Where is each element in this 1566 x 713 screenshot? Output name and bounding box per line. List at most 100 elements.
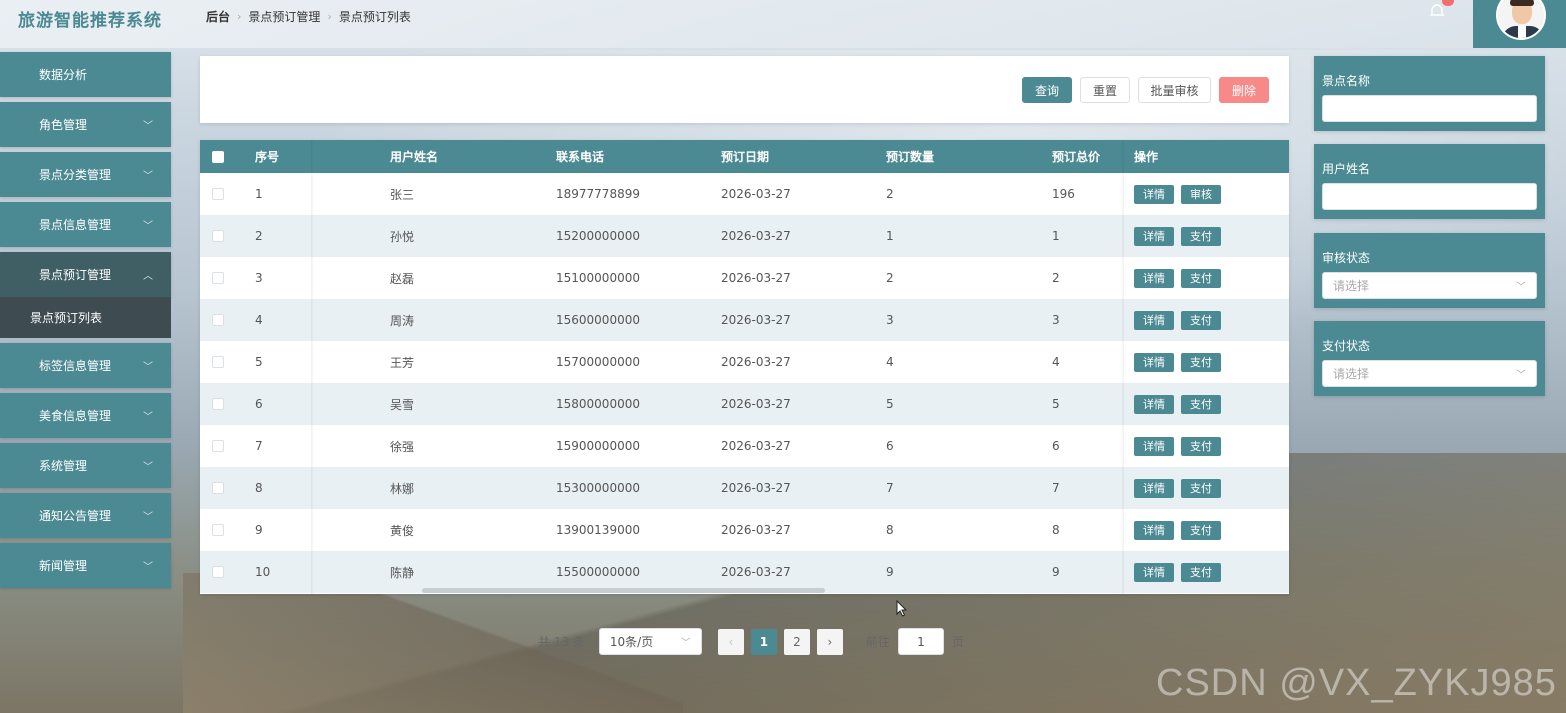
detail-button[interactable]: 详情 bbox=[1134, 520, 1174, 540]
breadcrumb-section[interactable]: 景点预订管理 bbox=[248, 8, 320, 25]
sidebar-item-spot-categories[interactable]: 景点分类管理 ﹀ bbox=[0, 152, 171, 197]
sidebar-item-news[interactable]: 新闻管理 ﹀ bbox=[0, 543, 171, 588]
sidebar-item-food[interactable]: 美食信息管理 ﹀ bbox=[0, 393, 171, 438]
cell-actions: 详情 支付 bbox=[1134, 520, 1228, 540]
cell-name: 孙悦 bbox=[390, 229, 415, 244]
cell-name: 吴雪 bbox=[390, 397, 415, 412]
review-status-select[interactable]: 请选择 ﹀ bbox=[1322, 272, 1537, 299]
sidebar-item-label: 系统管理 bbox=[39, 459, 88, 473]
pay-button[interactable]: 支付 bbox=[1181, 478, 1221, 498]
sidebar-item-spot-info[interactable]: 景点信息管理 ﹀ bbox=[0, 202, 171, 247]
select-all-checkbox[interactable] bbox=[212, 150, 224, 163]
detail-button[interactable]: 详情 bbox=[1134, 394, 1174, 414]
sidebar-item-notices[interactable]: 通知公告管理 ﹀ bbox=[0, 493, 171, 538]
top-header: 旅游智能推荐系统 后台 › 景点预订管理 › 景点预订列表 bbox=[0, 0, 1566, 48]
detail-button[interactable]: 详情 bbox=[1134, 436, 1174, 456]
pay-button[interactable]: 支付 bbox=[1181, 436, 1221, 456]
sidebar-subitem-booking-list[interactable]: 景点预订列表 bbox=[0, 297, 171, 338]
review-button[interactable]: 审核 bbox=[1181, 184, 1221, 204]
horizontal-scrollbar[interactable] bbox=[422, 588, 825, 593]
detail-button[interactable]: 详情 bbox=[1134, 184, 1174, 204]
column-header-qty: 预订数量 bbox=[886, 150, 935, 164]
pay-status-select[interactable]: 请选择 ﹀ bbox=[1322, 360, 1537, 387]
delete-button[interactable]: 删除 bbox=[1219, 77, 1269, 103]
row-checkbox[interactable] bbox=[212, 272, 224, 284]
avatar[interactable] bbox=[1496, 0, 1546, 40]
filter-label: 用户姓名 bbox=[1322, 162, 1371, 176]
cell-phone: 18977778899 bbox=[556, 187, 640, 201]
cell-phone: 15800000000 bbox=[556, 397, 640, 411]
filter-label: 审核状态 bbox=[1322, 251, 1371, 265]
cell-name: 王芳 bbox=[390, 355, 415, 370]
pay-button[interactable]: 支付 bbox=[1181, 226, 1221, 246]
detail-button[interactable]: 详情 bbox=[1134, 310, 1174, 330]
cell-total: 9 bbox=[1052, 565, 1060, 579]
table-row: 8 林娜 15300000000 2026-03-27 7 7 详情 支付 bbox=[200, 467, 1289, 509]
sidebar-item-data-analysis[interactable]: 数据分析 bbox=[0, 52, 171, 97]
sidebar-item-spot-booking[interactable]: 景点预订管理 ︿ bbox=[0, 252, 171, 297]
detail-button[interactable]: 详情 bbox=[1134, 478, 1174, 498]
cell-no: 2 bbox=[255, 229, 263, 243]
filter-review-status: 审核状态 请选择 ﹀ bbox=[1314, 233, 1545, 308]
row-checkbox[interactable] bbox=[212, 356, 224, 368]
pay-button[interactable]: 支付 bbox=[1181, 562, 1221, 582]
table-row: 4 周涛 15600000000 2026-03-27 3 3 详情 支付 bbox=[200, 299, 1289, 341]
breadcrumb: 后台 › 景点预订管理 › 景点预订列表 bbox=[206, 8, 411, 25]
cell-qty: 9 bbox=[886, 565, 894, 579]
column-header-total: 预订总价 bbox=[1052, 150, 1101, 164]
goto-page-input[interactable]: 1 bbox=[897, 628, 944, 655]
sidebar-item-tags[interactable]: 标签信息管理 ﹀ bbox=[0, 343, 171, 388]
detail-button[interactable]: 详情 bbox=[1134, 562, 1174, 582]
pay-button[interactable]: 支付 bbox=[1181, 520, 1221, 540]
detail-button[interactable]: 详情 bbox=[1134, 226, 1174, 246]
cell-date: 2026-03-27 bbox=[721, 565, 791, 579]
chevron-down-icon: ﹀ bbox=[143, 512, 153, 523]
cell-qty: 3 bbox=[886, 313, 894, 327]
cell-total: 4 bbox=[1052, 355, 1060, 369]
pay-button[interactable]: 支付 bbox=[1181, 310, 1221, 330]
cell-no: 8 bbox=[255, 481, 263, 495]
prev-page-button[interactable]: ‹ bbox=[717, 628, 744, 655]
batch-review-button[interactable]: 批量审核 bbox=[1138, 77, 1211, 103]
pay-button[interactable]: 支付 bbox=[1181, 268, 1221, 288]
cell-qty: 6 bbox=[886, 439, 894, 453]
spot-name-input[interactable] bbox=[1322, 95, 1537, 122]
row-checkbox[interactable] bbox=[212, 230, 224, 242]
page-size-value: 10条/页 bbox=[609, 635, 654, 649]
page-size-select[interactable]: 10条/页 ﹀ bbox=[598, 628, 702, 655]
pay-button[interactable]: 支付 bbox=[1181, 394, 1221, 414]
row-checkbox[interactable] bbox=[212, 482, 224, 494]
user-name-input[interactable] bbox=[1322, 183, 1537, 210]
row-checkbox[interactable] bbox=[212, 566, 224, 578]
sidebar-item-roles[interactable]: 角色管理 ﹀ bbox=[0, 102, 171, 147]
reset-button[interactable]: 重置 bbox=[1080, 77, 1130, 103]
pay-button[interactable]: 支付 bbox=[1181, 352, 1221, 372]
cell-qty: 5 bbox=[886, 397, 894, 411]
filter-label: 支付状态 bbox=[1322, 339, 1371, 353]
row-checkbox[interactable] bbox=[212, 188, 224, 200]
detail-button[interactable]: 详情 bbox=[1134, 268, 1174, 288]
cell-total: 2 bbox=[1052, 271, 1060, 285]
cell-name: 徐强 bbox=[390, 439, 415, 454]
sidebar-item-label: 通知公告管理 bbox=[39, 509, 112, 523]
row-checkbox[interactable] bbox=[212, 524, 224, 536]
cell-total: 5 bbox=[1052, 397, 1060, 411]
cell-phone: 15700000000 bbox=[556, 355, 640, 369]
page-button-2[interactable]: 2 bbox=[783, 628, 810, 655]
row-checkbox[interactable] bbox=[212, 398, 224, 410]
row-checkbox[interactable] bbox=[212, 314, 224, 326]
query-button[interactable]: 查询 bbox=[1022, 77, 1072, 103]
select-placeholder: 请选择 bbox=[1333, 279, 1370, 293]
page-button-1[interactable]: 1 bbox=[750, 628, 777, 655]
user-area[interactable] bbox=[1473, 0, 1566, 48]
chevron-down-icon: ﹀ bbox=[143, 412, 153, 423]
detail-button[interactable]: 详情 bbox=[1134, 352, 1174, 372]
notification-badge bbox=[1442, 0, 1454, 6]
sidebar-item-system[interactable]: 系统管理 ﹀ bbox=[0, 443, 171, 488]
cell-phone: 13900139000 bbox=[556, 523, 640, 537]
next-page-button[interactable]: › bbox=[816, 628, 843, 655]
table-row: 10 陈静 15500000000 2026-03-27 9 9 详情 支付 bbox=[200, 551, 1289, 593]
breadcrumb-home[interactable]: 后台 bbox=[206, 8, 230, 25]
row-checkbox[interactable] bbox=[212, 440, 224, 452]
cell-total: 6 bbox=[1052, 439, 1060, 453]
